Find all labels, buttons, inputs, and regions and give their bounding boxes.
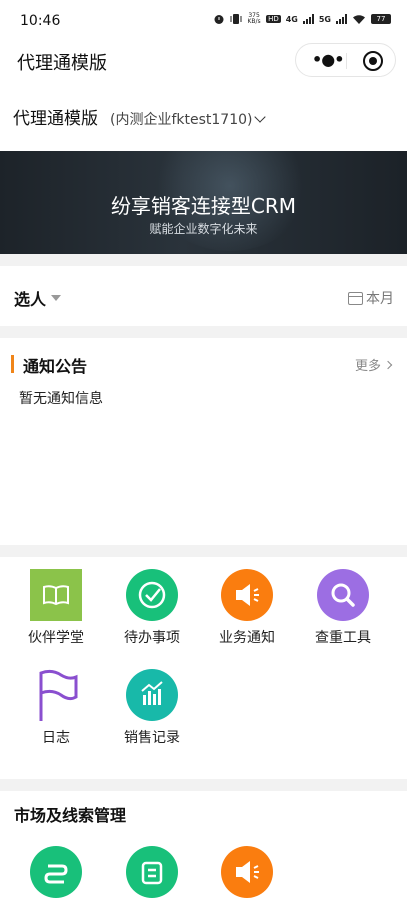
title-bar: 代理通模版 •●• <box>0 40 407 80</box>
grid-item-log[interactable]: 日志 <box>11 669 101 747</box>
grid-item-business-notice[interactable]: 业务通知 <box>202 569 292 647</box>
notice-more-label: 更多 <box>354 359 381 374</box>
filter-row: 选人 本月 <box>0 266 407 326</box>
divider-gap <box>0 254 407 266</box>
banner[interactable]: 纷享销客连接型CRM 赋能企业数字化未来 <box>0 151 407 254</box>
vibrate-icon <box>230 14 242 24</box>
market-item-3[interactable] <box>202 846 292 898</box>
company-selector[interactable]: 代理通模版 (内测企业fktest1710) <box>13 104 267 129</box>
grid-label: 日志 <box>42 730 70 746</box>
period-select[interactable]: 本月 <box>348 288 394 308</box>
banner-title: 纷享销客连接型CRM <box>110 194 297 218</box>
grid-item-partner-academy[interactable]: 伙伴学堂 <box>11 569 101 647</box>
target-circle-icon[interactable] <box>363 51 383 71</box>
divider-gap <box>0 545 407 557</box>
book-icon <box>30 569 82 621</box>
status-time: 10:46 <box>20 13 61 29</box>
signal-icon-2 <box>336 14 347 24</box>
capsule-divider <box>346 53 347 69</box>
grid-label: 待办事项 <box>124 630 180 646</box>
grid-item-todo[interactable]: 待办事项 <box>107 569 197 647</box>
net-speed: 375 KB/s <box>247 13 261 25</box>
company-name: 代理通模版 <box>13 109 98 129</box>
market-item-2[interactable] <box>107 846 197 898</box>
signal-icon <box>302 14 314 24</box>
tenant-text: (内测企业fktest1710) <box>110 112 253 128</box>
battery-icon: 77 <box>371 14 391 24</box>
notice-empty-text: 暂无通知信息 <box>19 391 103 407</box>
route-icon <box>30 846 82 898</box>
company-tenant: (内测企业fktest1710) <box>110 109 267 129</box>
search-icon <box>317 569 369 621</box>
chevron-right-icon <box>383 360 393 369</box>
letter-e-icon <box>126 846 178 898</box>
notice-accent-bar <box>11 355 14 373</box>
hd-badge: HD <box>266 15 281 23</box>
notice-card: 通知公告 更多 暂无通知信息 <box>0 338 407 545</box>
calendar-icon <box>348 291 363 305</box>
wifi-icon <box>353 14 365 24</box>
network-5g-label: 5G <box>318 14 331 24</box>
grid-label: 业务通知 <box>219 630 275 646</box>
status-icons: 375 KB/s HD 4G 5G 77 <box>213 13 391 25</box>
banner-subtitle: 赋能企业数字化未来 <box>149 222 258 236</box>
period-select-label: 本月 <box>366 291 394 307</box>
megaphone-icon <box>221 569 273 621</box>
grid-label: 销售记录 <box>124 730 180 746</box>
market-section-title: 市场及线索管理 <box>14 806 127 825</box>
divider-gap <box>0 326 407 338</box>
network-4g-label: 4G <box>285 14 298 24</box>
net-speed-unit: KB/s <box>247 18 261 25</box>
caret-down-icon <box>51 295 62 301</box>
grid-item-duplicate-check[interactable]: 查重工具 <box>298 569 388 647</box>
person-select-label: 选人 <box>14 290 47 309</box>
grid-item-sales-record[interactable]: 销售记录 <box>107 669 197 747</box>
app-title: 代理通模版 <box>17 53 107 74</box>
megaphone-icon <box>221 846 273 898</box>
alarm-icon <box>214 15 224 24</box>
chart-icon <box>126 669 178 721</box>
grid-label: 查重工具 <box>315 630 371 646</box>
chevron-down-icon <box>254 111 267 123</box>
check-circle-icon <box>126 569 178 621</box>
flag-icon <box>30 669 82 721</box>
divider-gap <box>0 779 407 791</box>
market-item-1[interactable] <box>11 846 101 898</box>
status-bar: 10:46 375 KB/s HD 4G 5G 77 <box>0 0 407 40</box>
grid-label: 伙伴学堂 <box>28 630 84 646</box>
mini-program-capsule: •●• <box>295 43 396 77</box>
person-select[interactable]: 选人 <box>14 286 62 310</box>
notice-title: 通知公告 <box>23 357 88 376</box>
more-dots-icon[interactable]: •●• <box>312 52 344 68</box>
notice-more-link[interactable]: 更多 <box>354 355 393 374</box>
